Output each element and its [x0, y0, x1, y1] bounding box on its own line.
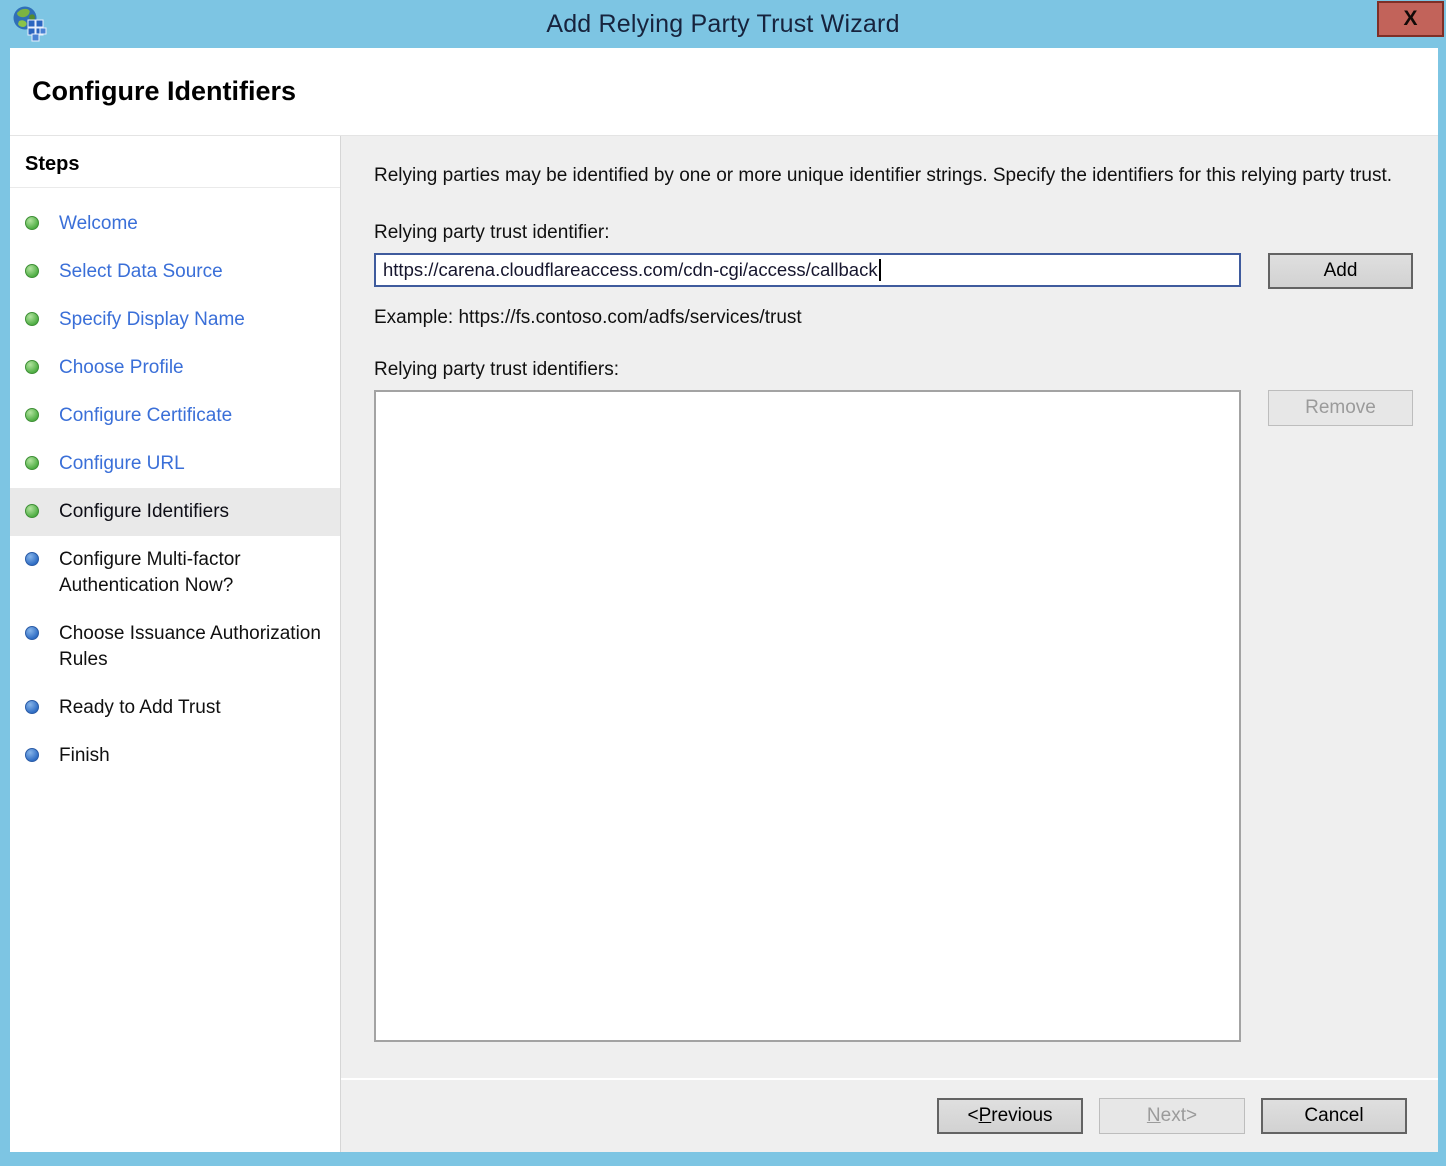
wizard-dialog: Configure Identifiers Steps Welcome Sele… [10, 48, 1438, 1152]
step-specify-display-name[interactable]: Specify Display Name [10, 296, 340, 344]
steps-list: Welcome Select Data Source Specify Displ… [10, 200, 340, 780]
steps-sidebar: Steps Welcome Select Data Source Specify… [10, 136, 341, 1152]
text-cursor [879, 259, 881, 281]
identifier-field-label: Relying party trust identifier: [374, 222, 1413, 244]
step-complete-icon [25, 264, 39, 278]
identifier-input-value: https://carena.cloudflareaccess.com/cdn-… [383, 259, 878, 281]
step-pending-icon [25, 700, 39, 714]
page-header: Configure Identifiers [10, 48, 1438, 136]
step-finish: Finish [10, 732, 340, 780]
step-welcome[interactable]: Welcome [10, 200, 340, 248]
step-pending-icon [25, 626, 39, 640]
add-button[interactable]: Add [1268, 253, 1413, 289]
step-ready-to-add-trust: Ready to Add Trust [10, 684, 340, 732]
steps-heading: Steps [10, 145, 340, 188]
identifiers-listbox[interactable] [374, 390, 1241, 1042]
step-configure-identifiers[interactable]: Configure Identifiers [10, 488, 340, 536]
step-complete-icon [25, 408, 39, 422]
close-button[interactable]: X [1377, 1, 1444, 37]
wizard-footer: < Previous Next > Cancel [341, 1078, 1438, 1152]
next-button[interactable]: Next > [1099, 1098, 1245, 1134]
example-text: Example: https://fs.contoso.com/adfs/ser… [374, 307, 1413, 329]
window-title: Add Relying Party Trust Wizard [0, 10, 1446, 39]
identifiers-list-label: Relying party trust identifiers: [374, 359, 1413, 381]
page-title: Configure Identifiers [32, 76, 296, 107]
step-configure-mfa: Configure Multi-factor Authentication No… [10, 536, 340, 610]
main-pane: Relying parties may be identified by one… [341, 136, 1438, 1152]
step-configure-certificate[interactable]: Configure Certificate [10, 392, 340, 440]
step-configure-url[interactable]: Configure URL [10, 440, 340, 488]
step-complete-icon [25, 360, 39, 374]
step-complete-icon [25, 216, 39, 230]
previous-button[interactable]: < Previous [937, 1098, 1083, 1134]
relying-party-identifier-input[interactable]: https://carena.cloudflareaccess.com/cdn-… [374, 253, 1241, 287]
step-choose-issuance-rules: Choose Issuance Authorization Rules [10, 610, 340, 684]
step-complete-icon [25, 312, 39, 326]
step-choose-profile[interactable]: Choose Profile [10, 344, 340, 392]
step-select-data-source[interactable]: Select Data Source [10, 248, 340, 296]
intro-text: Relying parties may be identified by one… [374, 162, 1406, 189]
step-complete-icon [25, 456, 39, 470]
step-complete-icon [25, 504, 39, 518]
cancel-button[interactable]: Cancel [1261, 1098, 1407, 1134]
titlebar: Add Relying Party Trust Wizard X [0, 0, 1446, 48]
step-pending-icon [25, 552, 39, 566]
remove-button[interactable]: Remove [1268, 390, 1413, 426]
step-pending-icon [25, 748, 39, 762]
